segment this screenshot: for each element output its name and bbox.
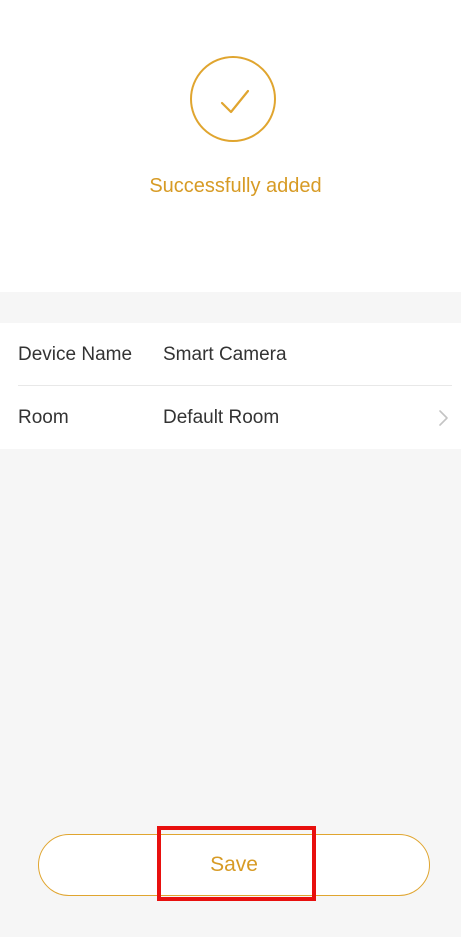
success-header: Successfully added	[0, 0, 461, 292]
save-button-label: Save	[210, 853, 258, 876]
room-label: Room	[18, 407, 69, 428]
room-value: Default Room	[163, 407, 280, 428]
chevron-right-icon	[436, 408, 450, 428]
success-message: Successfully added	[149, 175, 322, 197]
device-info-list: Device Name Smart Camera Room Default Ro…	[0, 323, 461, 449]
save-button[interactable]: Save	[38, 834, 430, 896]
device-name-label: Device Name	[18, 344, 133, 365]
room-row[interactable]: Room Default Room	[0, 386, 461, 449]
device-name-value: Smart Camera	[163, 344, 287, 365]
device-name-row[interactable]: Device Name Smart Camera	[0, 323, 461, 386]
check-circle-icon	[190, 56, 276, 142]
